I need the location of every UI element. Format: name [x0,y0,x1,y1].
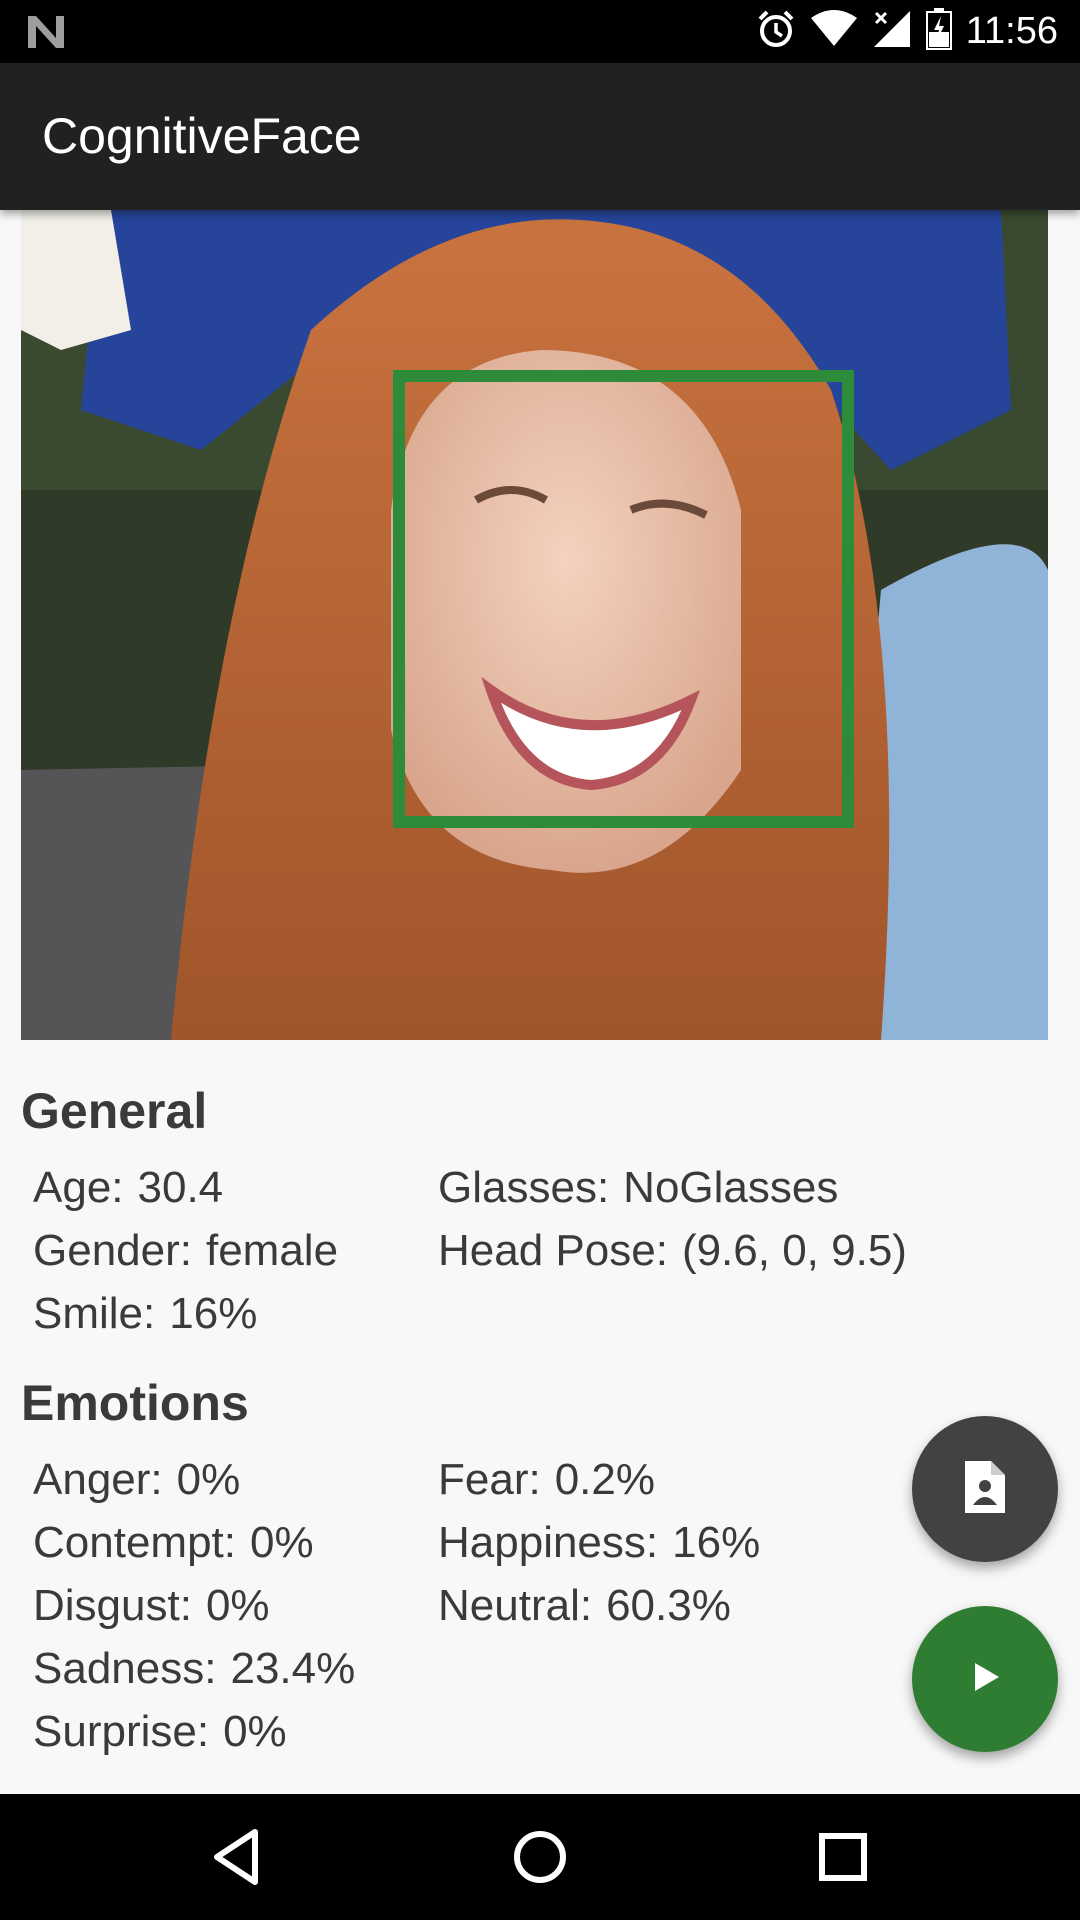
head-pose-label: Head Pose: [438,1226,668,1275]
recents-icon [819,1833,867,1881]
section-title-general: General [21,1083,208,1139]
status-icons: 11:56 [756,0,1058,63]
anger-value: 0% [176,1455,241,1504]
general-smile: Smile: 16% [33,1289,257,1339]
head-pose-value: (9.6, 0, 9.5) [681,1226,907,1275]
general-age: Age: 30.4 [33,1163,223,1213]
gender-label: Gender: [33,1226,192,1275]
surprise-value: 0% [223,1707,287,1756]
disgust-label: Disgust: [33,1581,192,1630]
smile-label: Smile: [33,1289,156,1338]
smile-value: 16% [169,1289,258,1338]
sadness-value: 23.4% [230,1644,356,1693]
app-bar: CognitiveFace [0,63,1080,210]
emotion-sadness: Sadness: 23.4% [33,1644,355,1694]
emotion-happiness: Happiness: 16% [438,1518,760,1568]
general-glasses: Glasses: NoGlasses [438,1163,838,1213]
image-file-icon [961,1459,1009,1520]
run-analysis-button[interactable] [912,1606,1058,1752]
face-photo [21,210,1048,1040]
section-title-emotions: Emotions [21,1375,249,1431]
app-title: CognitiveFace [42,108,362,164]
fear-value: 0.2% [554,1455,655,1504]
emotion-neutral: Neutral: 60.3% [438,1581,731,1631]
play-icon [965,1657,1005,1702]
surprise-label: Surprise: [33,1707,210,1756]
back-icon [214,1829,258,1885]
contempt-label: Contempt: [33,1518,236,1567]
glasses-value: NoGlasses [623,1163,839,1212]
gender-value: female [205,1226,339,1275]
general-gender: Gender: female [33,1226,338,1276]
age-label: Age: [33,1163,124,1212]
fear-label: Fear: [438,1455,541,1504]
recents-button[interactable] [810,1824,876,1890]
neutral-label: Neutral: [438,1581,593,1630]
pick-image-button[interactable] [912,1416,1058,1562]
signal-icon [872,9,912,54]
emotion-fear: Fear: 0.2% [438,1455,655,1505]
emotion-disgust: Disgust: 0% [33,1581,270,1631]
wifi-icon [810,10,858,53]
home-icon [514,1831,566,1883]
glasses-label: Glasses: [438,1163,610,1212]
battery-icon [925,8,952,55]
sadness-label: Sadness: [33,1644,217,1693]
home-button[interactable] [507,1824,573,1890]
face-detection-box [393,370,854,828]
age-value: 30.4 [137,1163,224,1212]
back-button[interactable] [203,1824,269,1890]
disgust-value: 0% [205,1581,270,1630]
contempt-value: 0% [249,1518,314,1567]
status-bar: 11:56 [0,0,1080,63]
alarm-icon [756,9,796,54]
emotion-anger: Anger: 0% [33,1455,240,1505]
status-time: 11:56 [965,10,1058,52]
emotion-surprise: Surprise: 0% [33,1707,287,1757]
general-head-pose: Head Pose: (9.6, 0, 9.5) [438,1226,907,1276]
happiness-value: 16% [672,1518,761,1567]
n-notification-icon [26,14,66,50]
happiness-label: Happiness: [438,1518,659,1567]
neutral-value: 60.3% [606,1581,731,1630]
emotion-contempt: Contempt: 0% [33,1518,314,1568]
navigation-bar [0,1794,1080,1920]
anger-label: Anger: [33,1455,163,1504]
